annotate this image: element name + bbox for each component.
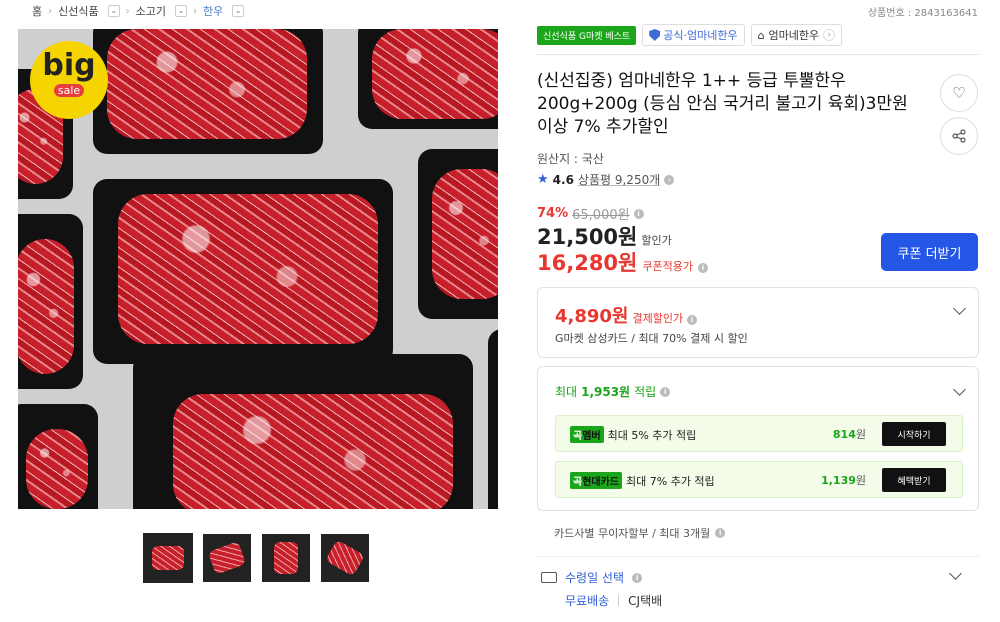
chevron-down-icon[interactable] (953, 302, 966, 315)
max-points: 최대 1,953원 적립 i (555, 383, 671, 400)
breadcrumb-hanwoo[interactable]: 한우 (203, 3, 223, 19)
chevron-down-icon[interactable] (953, 383, 966, 396)
origin-text: 원산지 : 국산 (537, 152, 604, 166)
info-icon[interactable]: i (715, 528, 726, 538)
chevron-right-icon: › (192, 5, 197, 17)
breadcrumb-home[interactable]: 홈 (32, 3, 42, 19)
store-link[interactable]: ⌂ 엄마네한우 › (750, 24, 843, 46)
product-title: (신선집중) 엄마네한우 1++ 등급 투뿔한우 200g+200g (등심 안… (537, 71, 908, 137)
share-icon (952, 129, 966, 143)
review-link[interactable]: 상품평 9,250개 (578, 171, 660, 188)
chevron-right-icon: › (125, 5, 130, 17)
breadcrumb-beef[interactable]: 소고기 (136, 3, 166, 19)
chevron-right-icon: › (48, 5, 53, 17)
breadcrumb: 홈 › 신선식품 ⌄ › 소고기 ⌄ › 한우 ⌄ (32, 3, 245, 19)
discount-percent: 74% (537, 206, 569, 221)
share-button[interactable] (940, 117, 978, 155)
info-icon[interactable]: i (633, 208, 644, 219)
more-coupon-button[interactable]: 쿠폰 더받기 (881, 233, 978, 271)
coupon-price: 16,280원 (537, 251, 638, 275)
points-box: 최대 1,953원 적립 i 곡멤버 최대 5% 추가 적립 814원 시작하기… (537, 366, 979, 511)
divider (537, 54, 979, 55)
membership-points-row: 곡멤버 최대 5% 추가 적립 814원 시작하기 (555, 415, 963, 452)
thumbnail-1[interactable] (143, 533, 193, 583)
payment-discount-box[interactable]: 4,890원 결제할인가 i G마켓 삼성카드 / 최대 70% 결제 시 할인 (537, 287, 979, 358)
big-sale-badge: big sale (30, 41, 108, 119)
official-store-tag[interactable]: 공식·엄마네한우 (642, 24, 745, 46)
get-benefit-button[interactable]: 혜택받기 (882, 468, 946, 492)
wishlist-button[interactable]: ♡ (940, 74, 978, 112)
tag-row: 신선식품 G마켓 베스트 공식·엄마네한우 ⌂ 엄마네한우 › (537, 24, 979, 46)
product-info-panel: 신선식품 G마켓 베스트 공식·엄마네한우 ⌂ 엄마네한우 › (신선집중) 엄마네… (537, 24, 979, 511)
chevron-right-icon: › (823, 29, 836, 41)
coupon-price-label: 쿠폰적용가 (642, 260, 693, 273)
info-icon[interactable]: i (660, 386, 671, 397)
sale-price-label: 할인가 (641, 234, 672, 247)
home-icon: ⌂ (757, 28, 765, 42)
info-icon[interactable]: i (697, 263, 708, 273)
installment-info: 카드사별 무이자할부 / 최대 3개월 i (554, 525, 726, 541)
coupon-price-row: 16,280원 쿠폰적용가 i (537, 247, 708, 277)
payment-discount-price: 4,890원 (555, 306, 629, 327)
info-icon[interactable]: i (632, 572, 643, 583)
shield-icon (649, 29, 661, 41)
truck-icon (541, 572, 557, 583)
start-button[interactable]: 시작하기 (882, 422, 946, 446)
delivery-date-select[interactable]: 수령일 선택 i (541, 569, 643, 586)
thumbnail-list (143, 533, 369, 583)
chevron-down-icon[interactable]: ⌄ (232, 5, 245, 17)
hyundai-card-badge: 곡현대카드 (570, 472, 623, 489)
chevron-down-icon[interactable] (949, 567, 962, 580)
heart-icon: ♡ (952, 84, 966, 102)
shipping-info: 무료배송 CJ택배 (565, 592, 662, 609)
breadcrumb-fresh-food[interactable]: 신선식품 (58, 3, 98, 19)
product-main-image[interactable]: big sale (18, 29, 498, 509)
payment-discount-desc: G마켓 삼성카드 / 최대 70% 결제 시 할인 (555, 332, 748, 345)
payment-discount-label: 결제할인가 (632, 312, 684, 325)
divider (537, 556, 979, 557)
rating-row: ★ 4.6 상품평 9,250개 › (537, 171, 675, 188)
membership-badge: 곡멤버 (570, 426, 604, 443)
info-icon[interactable]: › (664, 174, 675, 185)
rating-score: 4.6 (552, 172, 574, 187)
carrier: CJ택배 (628, 594, 663, 608)
thumbnail-4[interactable] (321, 534, 369, 582)
best-tag[interactable]: 신선식품 G마켓 베스트 (537, 25, 637, 45)
star-icon: ★ (537, 172, 549, 187)
chevron-down-icon[interactable]: ⌄ (107, 5, 120, 17)
product-number: 상품번호 : 2843163641 (867, 8, 978, 19)
thumbnail-3[interactable] (262, 534, 310, 582)
info-icon[interactable]: i (687, 315, 698, 325)
chevron-down-icon[interactable]: ⌄ (174, 5, 187, 17)
thumbnail-2[interactable] (203, 534, 251, 582)
hyundai-card-points-row: 곡현대카드 최대 7% 추가 적립 1,139원 혜택받기 (555, 461, 963, 498)
free-shipping: 무료배송 (565, 594, 610, 608)
